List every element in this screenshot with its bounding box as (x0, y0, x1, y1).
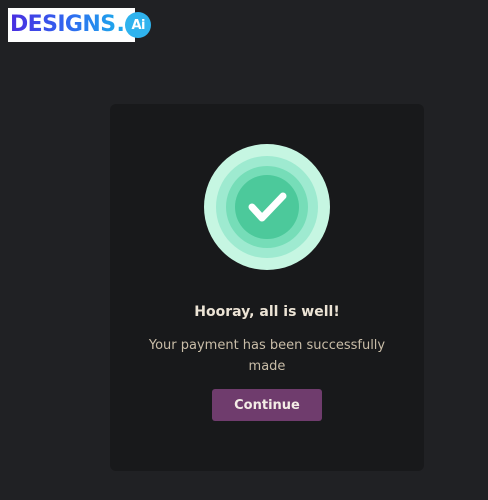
continue-button[interactable]: Continue (212, 389, 322, 421)
logo-dot: . (116, 12, 125, 37)
success-message: Your payment has been successfully made (148, 338, 386, 374)
success-title: Hooray, all is well! (194, 304, 340, 320)
page: { "logo": { "text": "DESIGNS", "dot": ".… (0, 0, 488, 500)
payment-success-card: Hooray, all is well! Your payment has be… (110, 104, 424, 471)
checkmark-icon (204, 144, 330, 270)
designs-ai-logo: DESIGNS . Ai (8, 8, 152, 42)
success-badge (204, 144, 330, 270)
logo-wordmark: DESIGNS . Ai (10, 12, 152, 38)
logo-designs-text: DESIGNS (10, 12, 116, 37)
logo-ai-mark: Ai (125, 12, 152, 38)
